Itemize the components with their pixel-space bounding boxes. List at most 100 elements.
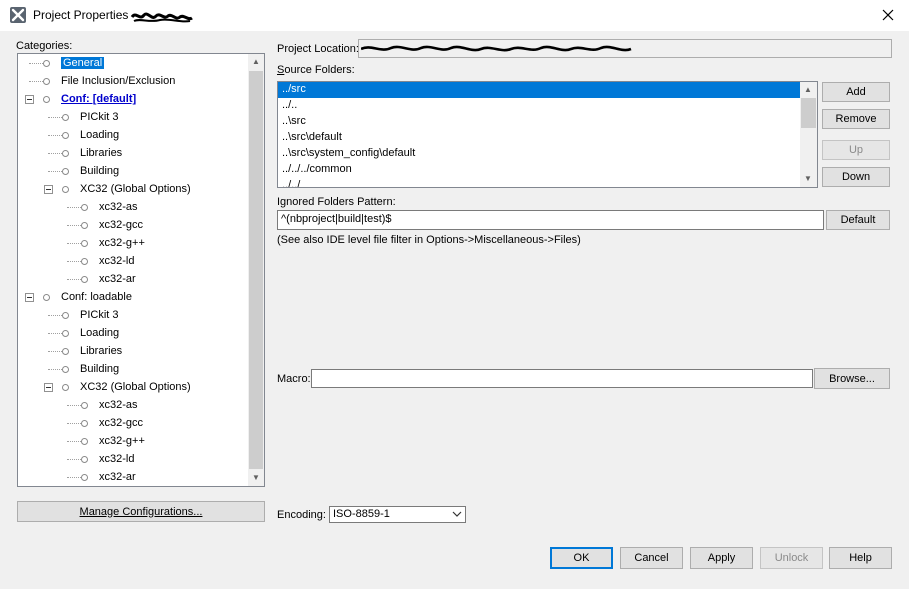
tree-item-label: Libraries [80, 345, 123, 357]
node-icon [43, 78, 50, 85]
redacted-scribble [361, 45, 632, 52]
tree-item[interactable]: PICkit 3 [18, 109, 250, 127]
tree-item[interactable]: Conf: loadable [18, 289, 250, 307]
node-icon [81, 456, 88, 463]
app-logo-icon [10, 7, 26, 23]
tree-item[interactable]: Building [18, 361, 250, 379]
tree-item[interactable]: Libraries [18, 343, 250, 361]
default-button[interactable]: Default [826, 210, 890, 230]
encoding-select[interactable]: ISO-8859-1 [329, 506, 466, 523]
project-location-field[interactable] [358, 39, 892, 58]
tree-item-label: xc32-as [99, 399, 138, 411]
ok-label: OK [573, 552, 590, 564]
source-folders-scrollbar[interactable]: ▲ ▼ [800, 82, 817, 187]
tree-item[interactable]: Libraries [18, 145, 250, 163]
tree-item-label: xc32-ld [99, 453, 135, 465]
close-button[interactable] [874, 2, 902, 28]
source-folders-label-rest: ource Folders: [284, 64, 355, 76]
apply-button[interactable]: Apply [690, 547, 753, 569]
add-button[interactable]: Add [822, 82, 890, 102]
tree-item[interactable]: General [18, 55, 250, 73]
tree-item[interactable]: xc32-as [18, 199, 250, 217]
tree-item[interactable]: xc32-g++ [18, 433, 250, 451]
tree-connector [67, 459, 81, 460]
list-item[interactable]: ../src [278, 82, 817, 98]
collapse-icon[interactable] [25, 293, 34, 302]
tree-connector [48, 171, 62, 172]
tree-item[interactable]: Conf: [default] [18, 91, 250, 109]
node-icon [62, 114, 69, 121]
source-folders-list[interactable]: ../src ../.. ..\src ..\src\default ..\src\sy… [277, 81, 818, 188]
list-item[interactable]: ../.. [278, 98, 817, 114]
cancel-button[interactable]: Cancel [620, 547, 683, 569]
tree-item[interactable]: xc32-gcc [18, 415, 250, 433]
tree-item[interactable]: xc32-as [18, 397, 250, 415]
macro-input[interactable] [311, 369, 813, 388]
manage-configurations-button[interactable]: Manage Configurations... [17, 501, 265, 522]
close-icon [882, 9, 894, 21]
list-item[interactable]: ..\src\default [278, 130, 817, 146]
tree-connector [29, 63, 43, 64]
tree-item[interactable]: Building [18, 163, 250, 181]
macro-label: Macro: [277, 373, 311, 385]
ignored-folders-input[interactable]: ^(nbproject|build|test)$ [277, 210, 824, 230]
node-icon [81, 402, 88, 409]
tree-item[interactable]: XC32 (Global Options) [18, 379, 250, 397]
node-icon [43, 60, 50, 67]
tree-item[interactable]: xc32-ld [18, 451, 250, 469]
node-icon [81, 438, 88, 445]
tree-item[interactable]: xc32-ar [18, 271, 250, 289]
tree-connector [48, 333, 62, 334]
tree-item[interactable]: xc32-gcc [18, 217, 250, 235]
collapse-icon[interactable] [44, 383, 53, 392]
up-button[interactable]: Up [822, 140, 890, 160]
remove-button[interactable]: Remove [822, 109, 890, 129]
categories-tree[interactable]: General File Inclusion/Exclusion Conf: [de… [17, 53, 265, 487]
browse-button[interactable]: Browse... [814, 368, 890, 389]
tree-item[interactable]: Loading [18, 325, 250, 343]
tree-item[interactable]: File Inclusion/Exclusion [18, 73, 250, 91]
source-folders-scroll-thumb[interactable] [801, 98, 816, 128]
window-title: Project Properties [33, 8, 129, 22]
list-item[interactable]: ../../ [278, 178, 817, 187]
list-item[interactable]: ../../../common [278, 162, 817, 178]
tree-item[interactable]: Loading [18, 127, 250, 145]
tree-item-label: xc32-g++ [99, 237, 145, 249]
down-label: Down [841, 171, 871, 183]
node-icon [81, 420, 88, 427]
tree-scroll-thumb[interactable] [249, 71, 263, 469]
help-button[interactable]: Help [829, 547, 892, 569]
scroll-up-icon[interactable]: ▲ [252, 57, 260, 66]
tree-connector [67, 207, 81, 208]
collapse-icon[interactable] [25, 95, 34, 104]
categories-label: Categories: [16, 40, 73, 52]
tree-item-label: Conf: [default] [61, 93, 137, 105]
tree-item[interactable]: PICkit 3 [18, 307, 250, 325]
tree-connector [48, 351, 62, 352]
unlock-button[interactable]: Unlock [760, 547, 823, 569]
unlock-label: Unlock [774, 552, 809, 564]
manage-configurations-label: Manage Configurations... [79, 505, 203, 518]
scroll-up-icon[interactable]: ▲ [804, 85, 812, 94]
down-button[interactable]: Down [822, 167, 890, 187]
tree-item[interactable]: xc32-g++ [18, 235, 250, 253]
tree-item-label: File Inclusion/Exclusion [61, 75, 176, 87]
list-item[interactable]: ..\src\system_config\default [278, 146, 817, 162]
list-item[interactable]: ..\src [278, 114, 817, 130]
tree-item-label: xc32-gcc [99, 219, 144, 231]
node-icon [62, 312, 69, 319]
ok-button[interactable]: OK [550, 547, 613, 569]
tree-rows: General File Inclusion/Exclusion Conf: [de… [18, 55, 250, 486]
encoding-label: Encoding: [277, 509, 326, 521]
node-icon [62, 150, 69, 157]
tree-item[interactable]: xc32-ar [18, 469, 250, 486]
node-icon [81, 204, 88, 211]
tree-scrollbar[interactable]: ▲ ▼ [248, 54, 264, 486]
browse-label: Browse... [829, 372, 875, 385]
tree-item[interactable]: XC32 (Global Options) [18, 181, 250, 199]
scroll-down-icon[interactable]: ▼ [804, 174, 812, 183]
tree-connector [48, 315, 62, 316]
collapse-icon[interactable] [44, 185, 53, 194]
scroll-down-icon[interactable]: ▼ [252, 473, 260, 482]
tree-item[interactable]: xc32-ld [18, 253, 250, 271]
